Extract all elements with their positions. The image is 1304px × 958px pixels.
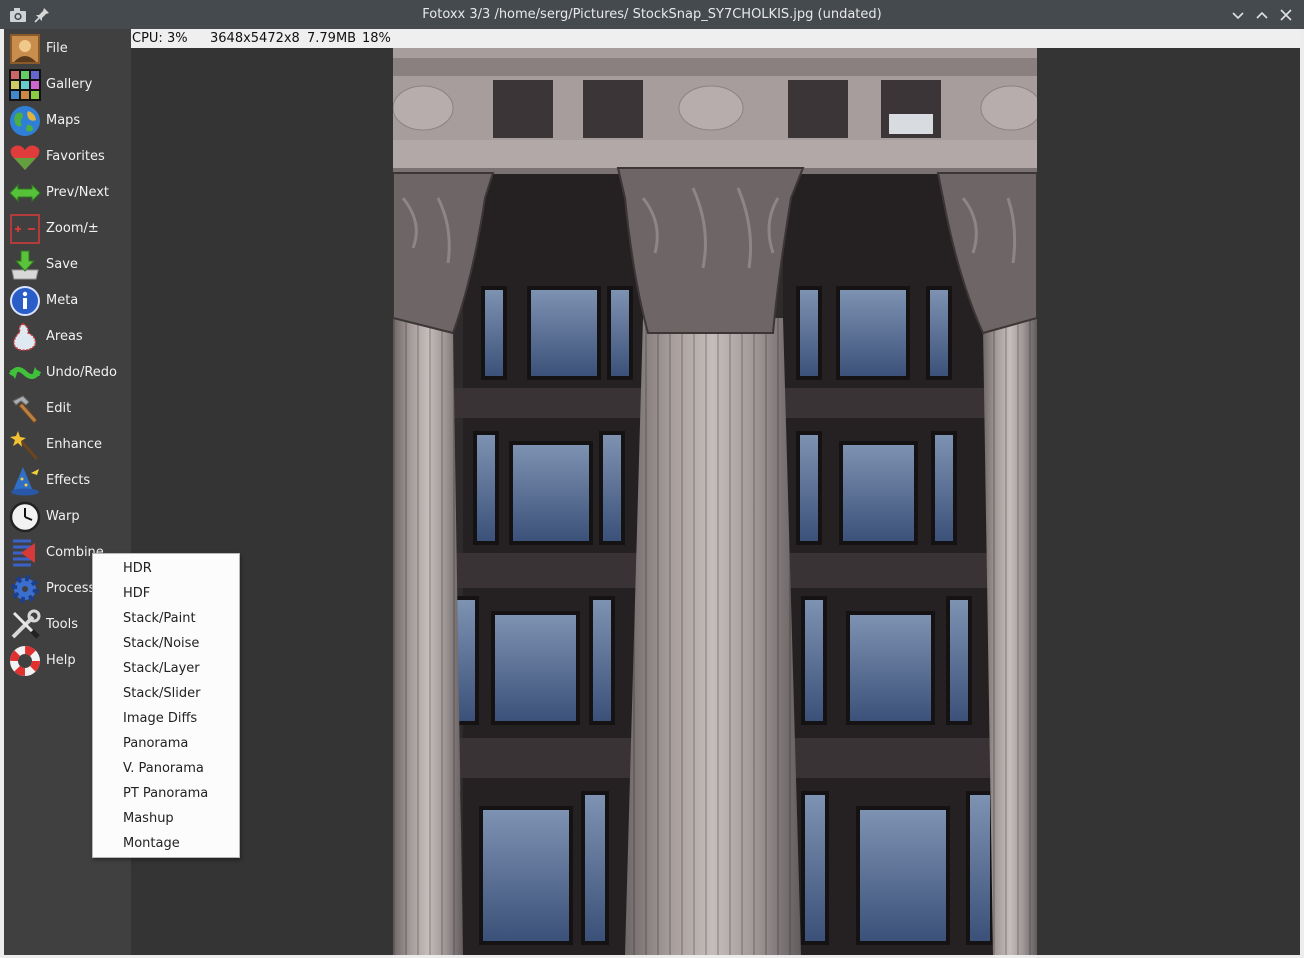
maximize-chevron-icon[interactable] (1252, 5, 1272, 25)
menu-item-montage[interactable]: Montage (93, 830, 239, 855)
zoom-plus-minus-icon (10, 214, 40, 244)
window-title: Fotoxx 3/3 /home/serg/Pictures/ StockSna… (422, 7, 882, 22)
sidebar-item-label: Save (46, 257, 78, 272)
area-blob-icon (13, 323, 37, 351)
status-bar: CPU: 3% 3648x5472x8 7.79MB 18% (131, 29, 1300, 48)
menu-item-stack-paint[interactable]: Stack/Paint (93, 605, 239, 630)
sidebar-item-gallery[interactable]: Gallery (4, 67, 131, 103)
menu-item-hdr[interactable]: HDR (93, 555, 239, 580)
menu-item-stack-layer[interactable]: Stack/Layer (93, 655, 239, 680)
zoom-level: 18% (362, 31, 391, 46)
sidebar-item-label: Edit (46, 401, 72, 416)
combine-arrow-icon (13, 539, 35, 567)
magic-wand-icon (10, 431, 39, 460)
sidebar-item-label: Areas (46, 329, 83, 344)
sidebar-item-label: Process (46, 581, 96, 596)
sidebar-item-zoom[interactable]: Zoom/± (4, 211, 131, 247)
wizard-hat-icon (11, 467, 39, 496)
sidebar-item-areas[interactable]: Areas (4, 319, 131, 355)
file-size: 7.79MB (307, 31, 357, 46)
sidebar-item-label: Prev/Next (46, 185, 110, 200)
save-arrow-icon (11, 250, 39, 280)
image-dimensions: 3648x5472x8 (210, 31, 300, 46)
sidebar-item-warp[interactable]: Warp (4, 499, 131, 535)
sidebar-item-label: Tools (46, 617, 79, 632)
menu-item-panorama[interactable]: Panorama (93, 730, 239, 755)
double-arrow-icon (9, 183, 41, 203)
sidebar-item-edit[interactable]: Edit (4, 391, 131, 427)
undo-redo-arrows-icon (9, 367, 41, 379)
menu-item-stack-slider[interactable]: Stack/Slider (93, 680, 239, 705)
sidebar-item-enhance[interactable]: Enhance (4, 427, 131, 463)
sidebar-item-label: Undo/Redo (46, 365, 117, 380)
sidebar-item-label: Effects (46, 473, 91, 488)
thumbnail-grid-icon (9, 69, 41, 101)
menu-item-mashup[interactable]: Mashup (93, 805, 239, 830)
sidebar-item-label: Gallery (46, 77, 93, 92)
sidebar-item-undo-redo[interactable]: Undo/Redo (4, 355, 131, 391)
cpu-usage: CPU: 3% (132, 31, 188, 46)
lifebuoy-icon (10, 646, 40, 676)
info-icon (10, 286, 40, 316)
hammer-icon (12, 395, 38, 424)
heart-icon (10, 145, 40, 170)
sidebar-item-label: Enhance (46, 437, 103, 452)
menu-item-pt-panorama[interactable]: PT Panorama (93, 780, 239, 805)
sidebar-item-maps[interactable]: Maps (4, 103, 131, 139)
sidebar-item-label: Zoom/± (46, 221, 99, 236)
sidebar-item-label: File (46, 41, 68, 56)
image-canvas[interactable] (131, 48, 1300, 955)
menu-item-image-diffs[interactable]: Image Diffs (93, 705, 239, 730)
menu-item-v-panorama[interactable]: V. Panorama (93, 755, 239, 780)
menu-item-hdf[interactable]: HDF (93, 580, 239, 605)
sidebar-item-save[interactable]: Save (4, 247, 131, 283)
globe-icon (10, 106, 40, 136)
building-photo[interactable] (393, 48, 1037, 955)
gear-icon (11, 575, 39, 603)
clock-icon (9, 501, 41, 533)
sidebar-item-label: Warp (46, 509, 80, 524)
sidebar-item-favorites[interactable]: Favorites (4, 139, 131, 175)
title-bar: Fotoxx 3/3 /home/serg/Pictures/ StockSna… (0, 0, 1304, 29)
close-icon[interactable] (1276, 5, 1296, 25)
sidebar-item-label: Maps (46, 113, 81, 128)
sidebar-item-label: Meta (46, 293, 79, 308)
minimize-chevron-icon[interactable] (1228, 5, 1248, 25)
menu-item-stack-noise[interactable]: Stack/Noise (93, 630, 239, 655)
sidebar-item-effects[interactable]: Effects (4, 463, 131, 499)
portrait-icon (10, 34, 40, 64)
sidebar-item-label: Help (46, 653, 76, 668)
sidebar-item-prev-next[interactable]: Prev/Next (4, 175, 131, 211)
wrench-screwdriver-icon (11, 609, 41, 639)
combine-menu: HDR HDF Stack/Paint Stack/Noise Stack/La… (92, 553, 240, 858)
sidebar-item-meta[interactable]: Meta (4, 283, 131, 319)
sidebar-item-label: Favorites (46, 149, 105, 164)
sidebar-item-file[interactable]: File (4, 31, 131, 67)
